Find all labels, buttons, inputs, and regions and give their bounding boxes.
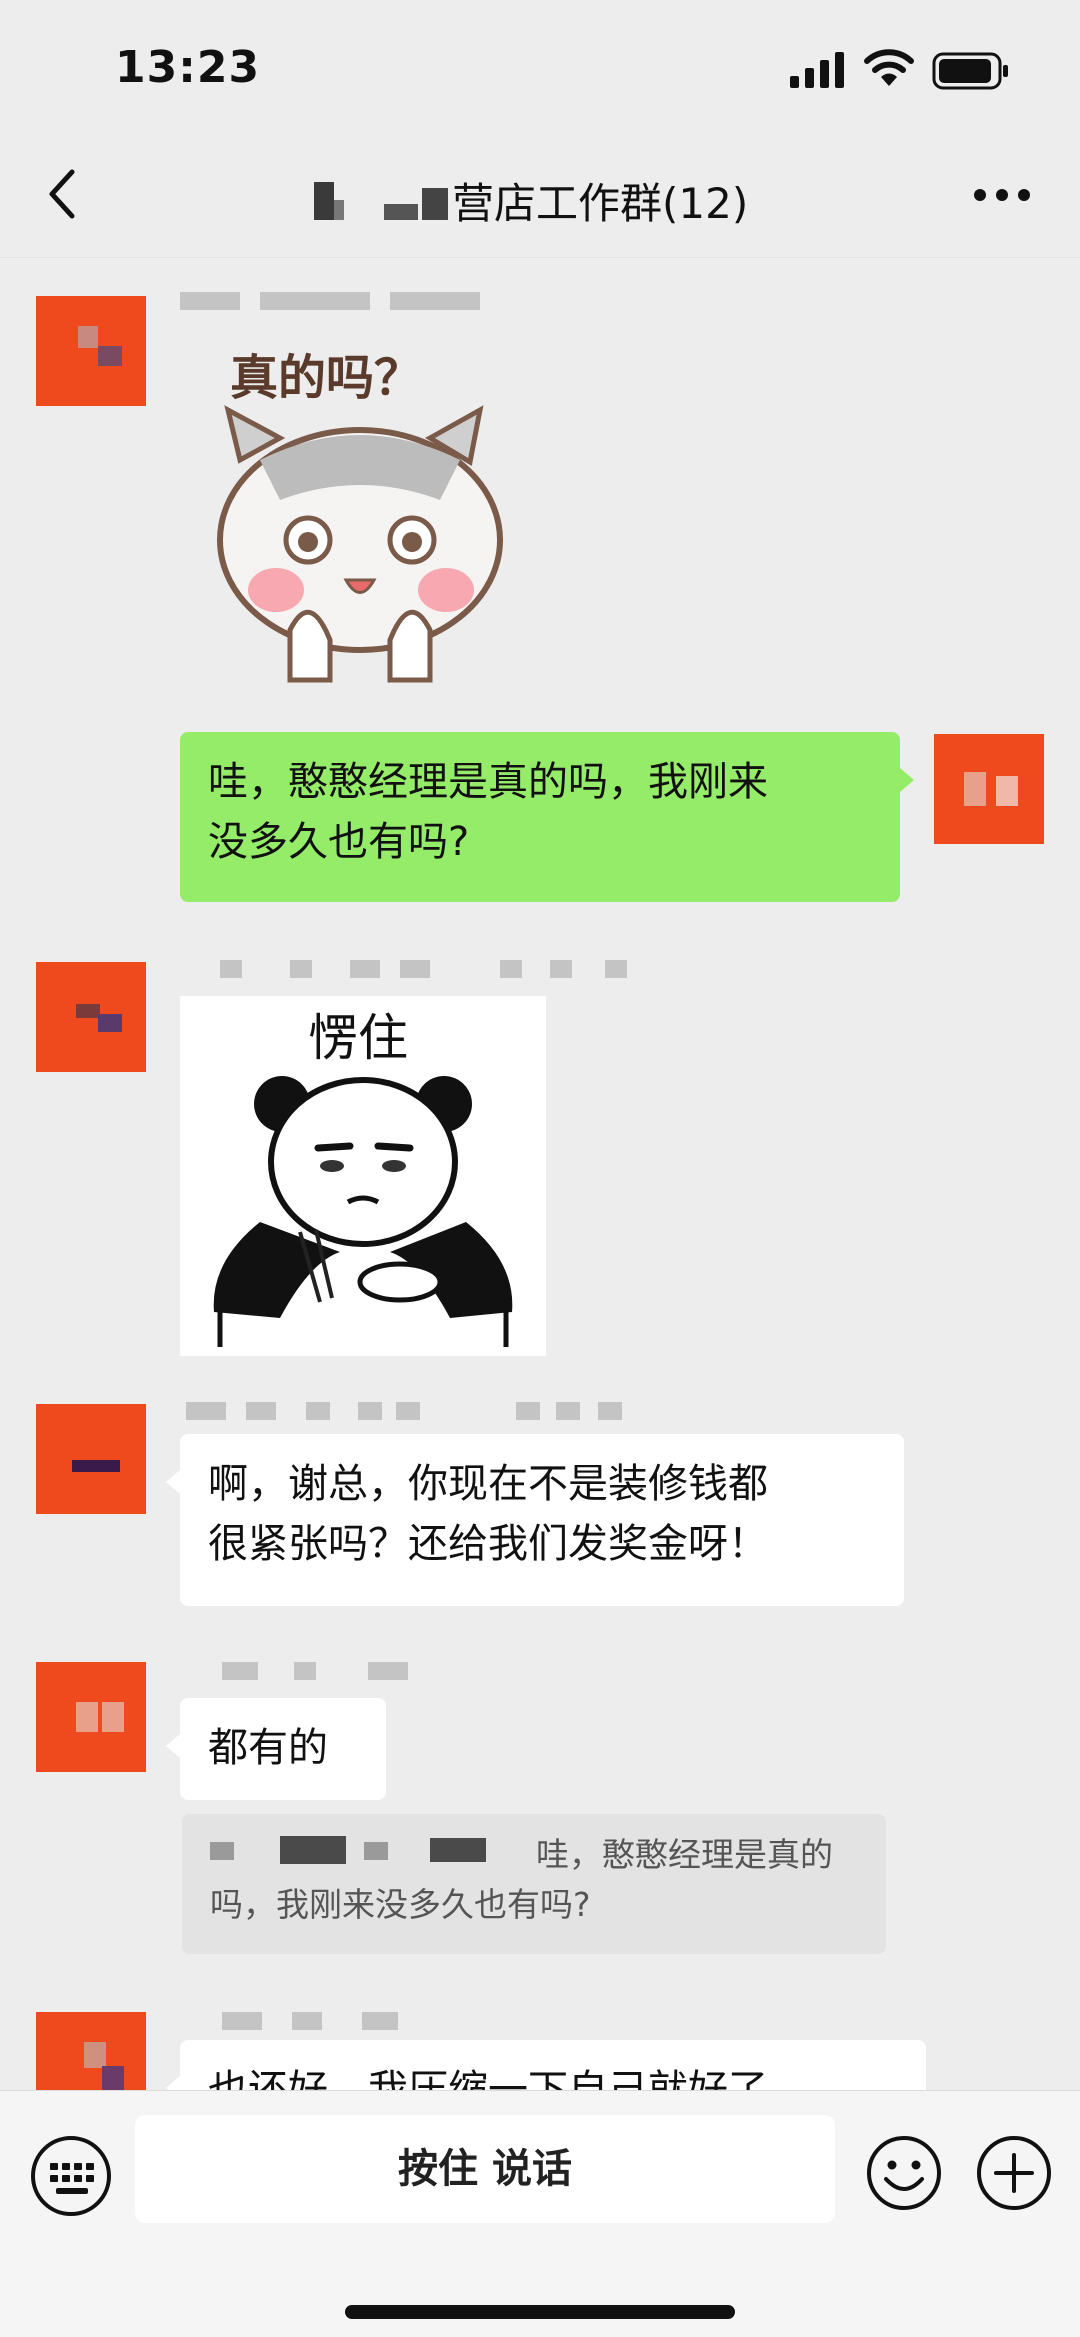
quoted-sender-redacted — [210, 1836, 490, 1864]
message-line: 啊，谢总，你现在不是装修钱都 — [208, 1461, 768, 1507]
status-time: 13:23 — [115, 42, 261, 93]
message-line: 没多久也有吗? — [208, 819, 470, 865]
sender-name-redacted — [180, 292, 500, 314]
sticker-caption: 愣住 — [308, 1009, 408, 1067]
keyboard-icon[interactable] — [28, 2133, 114, 2219]
quoted-message[interactable]: 哇，憨憨经理是真的 吗，我刚来没多久也有吗? — [182, 1814, 886, 1954]
wifi-icon — [864, 49, 914, 86]
chat-header: 营店工作群(12) — [0, 140, 1080, 258]
avatar-self[interactable] — [934, 734, 1044, 844]
message-bubble-self[interactable]: 哇，憨憨经理是真的吗，我刚来 没多久也有吗? — [180, 732, 914, 902]
home-indicator[interactable] — [345, 2305, 735, 2319]
hold-to-talk-button[interactable]: 按住 说话 — [135, 2115, 835, 2223]
plus-circle-icon[interactable] — [974, 2133, 1054, 2213]
avatar[interactable] — [36, 962, 146, 1072]
message-bubble[interactable]: 啊，谢总，你现在不是装修钱都 很紧张吗？还给我们发奖金呀！ — [166, 1434, 904, 1606]
sender-name-redacted — [186, 1402, 626, 1424]
chevron-left-icon[interactable] — [38, 164, 88, 224]
avatar[interactable] — [36, 296, 146, 406]
message-bubble[interactable]: 都有的 — [166, 1698, 386, 1800]
smiley-icon[interactable] — [864, 2133, 944, 2213]
quoted-line: 哇，憨憨经理是真的 — [536, 1835, 833, 1874]
status-bar: 13:23 — [0, 0, 1080, 140]
quoted-line: 吗，我刚来没多久也有吗? — [210, 1885, 591, 1924]
message-line: 很紧张吗？还给我们发奖金呀！ — [208, 1521, 768, 1567]
stunned-panda-sticker — [213, 1076, 513, 1347]
sticker-stunned-panda[interactable]: 愣住 — [180, 996, 546, 1356]
battery-icon — [932, 52, 1008, 90]
redacted-title-part — [310, 182, 450, 222]
sender-name-redacted — [222, 2012, 402, 2034]
avatar[interactable] — [36, 1404, 146, 1514]
sender-name-redacted — [222, 1662, 412, 1684]
message-line: 都有的 — [208, 1725, 328, 1771]
chat-title: 营店工作群(12) — [452, 179, 749, 228]
input-bar: 按住 说话 — [0, 2090, 1080, 2337]
avatar[interactable] — [36, 1662, 146, 1772]
ellipsis-icon[interactable] — [972, 180, 1032, 210]
cellular-signal-icon — [790, 52, 844, 88]
message-line: 哇，憨憨经理是真的吗，我刚来 — [208, 759, 768, 805]
sticker-surprised-cat[interactable]: 真的吗？ — [180, 330, 540, 683]
surprised-cat-sticker — [217, 405, 503, 683]
sender-name-redacted — [220, 960, 640, 982]
